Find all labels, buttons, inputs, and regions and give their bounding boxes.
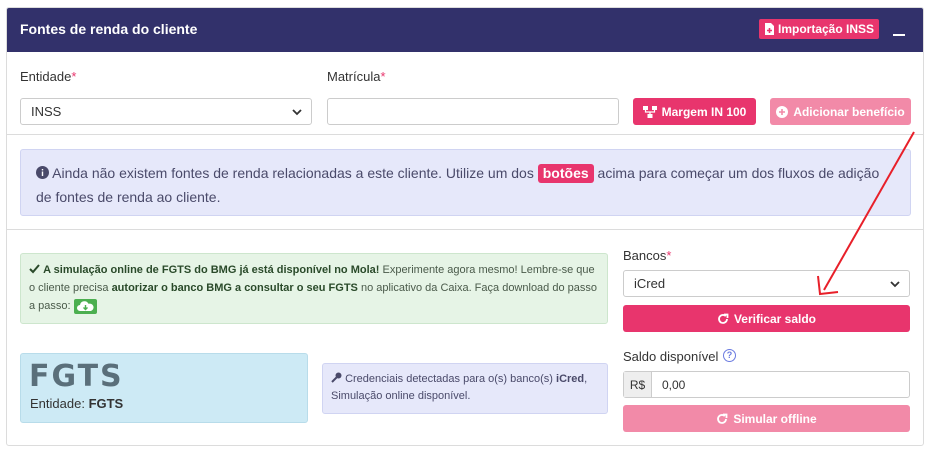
botoes-pill: botões [537, 164, 594, 183]
notice-headline: A simulação online de FGTS do BMG já est… [43, 264, 380, 276]
fgts-entity-text: Entidade: FGTS [30, 396, 124, 411]
import-inss-label: Importação INSS [778, 22, 875, 36]
empty-info-alert: Ainda não existem fontes de renda relaci… [20, 149, 911, 216]
file-plus-icon [765, 23, 774, 35]
add-benefit-label: Adicionar benefício [793, 104, 905, 119]
saldo-label: Saldo disponível [623, 349, 719, 364]
refresh-icon [718, 313, 729, 324]
simulate-offline-label: Simular offline [733, 411, 817, 426]
cloud-download-icon[interactable] [73, 298, 97, 314]
card-title: Fontes de renda do cliente [20, 21, 198, 37]
bancos-label: Bancos* [623, 248, 672, 263]
import-inss-button[interactable]: Importação INSS [759, 19, 880, 39]
entidade-value: INSS [31, 104, 62, 119]
saldo-input-group: R$ 0,00 [623, 371, 910, 398]
matricula-label: Matrícula* [327, 69, 386, 84]
bancos-value: iCred [634, 276, 666, 291]
info-circle-icon [36, 166, 49, 179]
section-divider [7, 229, 923, 230]
saldo-input[interactable]: 0,00 [652, 372, 909, 397]
margem-label: Margem IN 100 [661, 104, 747, 119]
add-benefit-button[interactable]: Adicionar benefício [770, 98, 911, 125]
matricula-input[interactable] [327, 98, 619, 125]
key-icon [331, 372, 342, 383]
chevron-down-icon [292, 109, 302, 116]
card-header: Fontes de renda do cliente Importação IN… [7, 8, 923, 52]
check-icon [29, 264, 40, 274]
fgts-logo: FGTS [29, 362, 124, 388]
cred-bank: iCred [556, 373, 585, 385]
info-text-start: Ainda não existem fontes de renda relaci… [52, 165, 534, 181]
chevron-down-icon [890, 281, 900, 288]
credentials-detected-alert: Credenciais detectadas para o(s) banco(s… [322, 363, 608, 414]
refresh-icon [717, 413, 728, 424]
cred-text-2: Simulação online disponível. [331, 390, 471, 402]
fgts-bmg-notice: A simulação online de FGTS do BMG já est… [20, 253, 608, 324]
verify-balance-button[interactable]: Verificar saldo [623, 305, 910, 332]
question-circle-icon[interactable]: ? [723, 349, 736, 362]
cred-comma: , [584, 373, 588, 385]
fgts-entity-card: FGTS Entidade: FGTS [20, 353, 308, 423]
entity-form-row: Entidade* INSS Matrícula* Margem IN 100 … [7, 52, 923, 135]
notice-bold-2: autorizar o banco BMG a consultar o seu … [111, 282, 358, 294]
svg-text:FGTS: FGTS [29, 362, 124, 388]
sitemap-icon [642, 105, 657, 118]
minimize-icon[interactable] [893, 34, 905, 36]
margem-in100-button[interactable]: Margem IN 100 [633, 98, 756, 125]
cred-text-1: Credenciais detectadas para o(s) banco(s… [345, 373, 553, 385]
income-sources-card: Fontes de renda do cliente Importação IN… [6, 7, 924, 446]
verify-balance-label: Verificar saldo [733, 311, 817, 326]
bancos-select[interactable]: iCred [623, 270, 910, 297]
simulate-offline-button[interactable]: Simular offline [623, 405, 910, 432]
plus-circle-icon [776, 105, 789, 118]
currency-prefix: R$ [624, 372, 652, 397]
entidade-select[interactable]: INSS [20, 98, 312, 125]
entidade-label: Entidade* [20, 69, 77, 84]
